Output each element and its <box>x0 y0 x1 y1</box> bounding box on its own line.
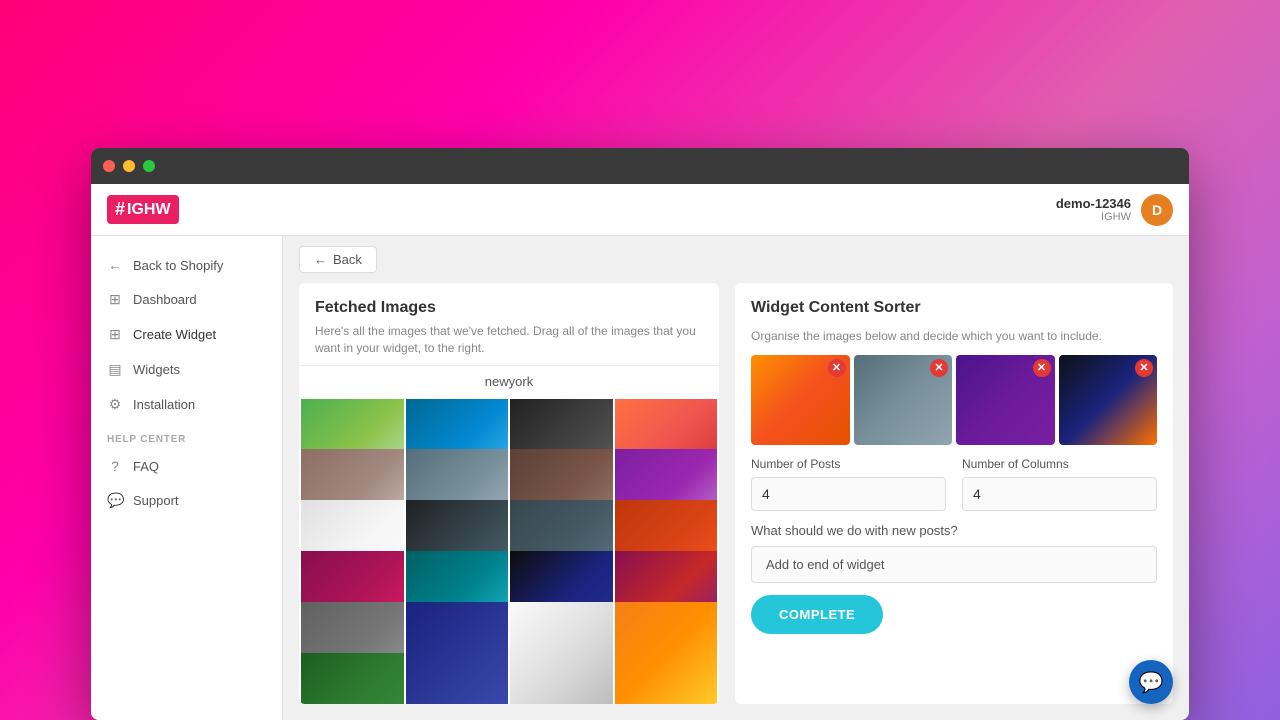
fetched-panel-header: Fetched Images Here's all the images tha… <box>299 283 719 365</box>
dashboard-icon: ⊞ <box>107 291 123 308</box>
remove-image-1-button[interactable]: ✕ <box>828 359 846 377</box>
remove-image-3-button[interactable]: ✕ <box>1033 359 1051 377</box>
sidebar: ← Back to Shopify ⊞ Dashboard ⊞ Create W… <box>91 236 283 720</box>
user-app: IGHW <box>1056 211 1131 223</box>
logo-text: IGHW <box>127 201 171 219</box>
complete-button[interactable]: COMPLETE <box>751 595 883 634</box>
widgets-icon: ▤ <box>107 361 123 378</box>
avatar: D <box>1141 194 1173 226</box>
image-grid <box>299 397 719 704</box>
user-account: demo-12346 <box>1056 196 1131 211</box>
maximize-button[interactable] <box>143 160 155 172</box>
list-item[interactable] <box>510 602 613 704</box>
faq-icon: ? <box>107 458 123 474</box>
back-arrow-icon: ← <box>314 252 327 267</box>
header: # IGHW demo-12346 IGHW D <box>91 184 1189 236</box>
image-placeholder <box>510 602 613 704</box>
help-center-label: HELP CENTER <box>91 422 282 449</box>
sidebar-item-installation[interactable]: ⚙ Installation <box>91 387 282 422</box>
fetched-images-panel: Fetched Images Here's all the images tha… <box>299 283 719 704</box>
sorter-desc: Organise the images below and decide whi… <box>751 329 1157 343</box>
new-posts-section: What should we do with new posts? Add to… <box>751 523 1157 583</box>
create-widget-icon: ⊞ <box>107 326 123 343</box>
content-area: Fetched Images Here's all the images tha… <box>283 283 1189 720</box>
preview-row: ✕ ✕ ✕ ✕ <box>751 355 1157 445</box>
sidebar-item-label: Create Widget <box>133 327 216 342</box>
image-placeholder <box>615 602 718 704</box>
app-window: # IGHW demo-12346 IGHW D ← Back to Shopi… <box>91 148 1189 720</box>
image-placeholder <box>301 653 404 704</box>
num-cols-group: Number of Columns <box>962 457 1157 511</box>
sidebar-item-label: Back to Shopify <box>133 258 223 273</box>
sidebar-item-create-widget[interactable]: ⊞ Create Widget <box>91 317 282 352</box>
sidebar-item-label: Widgets <box>133 362 180 377</box>
num-posts-input[interactable] <box>751 477 946 511</box>
num-posts-group: Number of Posts <box>751 457 946 511</box>
preview-image-4[interactable]: ✕ <box>1059 355 1158 445</box>
user-text: demo-12346 IGHW <box>1056 196 1131 223</box>
new-posts-option[interactable]: Add to end of widget <box>751 546 1157 583</box>
sidebar-item-support[interactable]: 💬 Support <box>91 483 282 518</box>
minimize-button[interactable] <box>123 160 135 172</box>
sidebar-item-dashboard[interactable]: ⊞ Dashboard <box>91 282 282 317</box>
num-posts-label: Number of Posts <box>751 457 946 471</box>
preview-image-2[interactable]: ✕ <box>854 355 953 445</box>
back-button[interactable]: ← Back <box>299 246 377 273</box>
body: ← Back to Shopify ⊞ Dashboard ⊞ Create W… <box>91 236 1189 720</box>
fetched-panel-title: Fetched Images <box>315 299 703 317</box>
sidebar-item-faq[interactable]: ? FAQ <box>91 449 282 483</box>
installation-icon: ⚙ <box>107 396 123 413</box>
main-content: ← Back Fetched Images Here's all the ima… <box>283 236 1189 720</box>
close-button[interactable] <box>103 160 115 172</box>
image-placeholder <box>406 602 509 704</box>
remove-image-4-button[interactable]: ✕ <box>1135 359 1153 377</box>
chat-icon: 💬 <box>1139 670 1164 695</box>
titlebar <box>91 148 1189 184</box>
preview-image-1[interactable]: ✕ <box>751 355 850 445</box>
chat-bubble-button[interactable]: 💬 <box>1129 660 1173 704</box>
sidebar-item-back-shopify[interactable]: ← Back to Shopify <box>91 248 282 282</box>
user-info: demo-12346 IGHW D <box>1056 194 1173 226</box>
num-cols-label: Number of Columns <box>962 457 1157 471</box>
arrow-left-icon: ← <box>107 257 123 273</box>
sidebar-item-label: Installation <box>133 397 195 412</box>
logo-hash-icon: # <box>115 199 125 220</box>
sorter-title: Widget Content Sorter <box>751 299 1157 317</box>
list-item[interactable] <box>406 602 509 704</box>
sidebar-item-label: FAQ <box>133 459 159 474</box>
sorter-panel: Widget Content Sorter Organise the image… <box>735 283 1173 704</box>
support-icon: 💬 <box>107 492 123 509</box>
tag-bar: newyork <box>299 365 719 397</box>
fields-row: Number of Posts Number of Columns <box>751 457 1157 511</box>
remove-image-2-button[interactable]: ✕ <box>930 359 948 377</box>
back-bar: ← Back <box>283 236 1189 283</box>
list-item[interactable] <box>301 653 404 704</box>
logo: # IGHW <box>107 195 179 224</box>
num-cols-input[interactable] <box>962 477 1157 511</box>
preview-image-3[interactable]: ✕ <box>956 355 1055 445</box>
new-posts-label: What should we do with new posts? <box>751 523 1157 538</box>
sidebar-item-label: Dashboard <box>133 292 197 307</box>
sidebar-item-widgets[interactable]: ▤ Widgets <box>91 352 282 387</box>
sidebar-item-label: Support <box>133 493 179 508</box>
back-button-label: Back <box>333 252 362 267</box>
fetched-panel-desc: Here's all the images that we've fetched… <box>315 323 703 357</box>
list-item[interactable] <box>615 602 718 704</box>
